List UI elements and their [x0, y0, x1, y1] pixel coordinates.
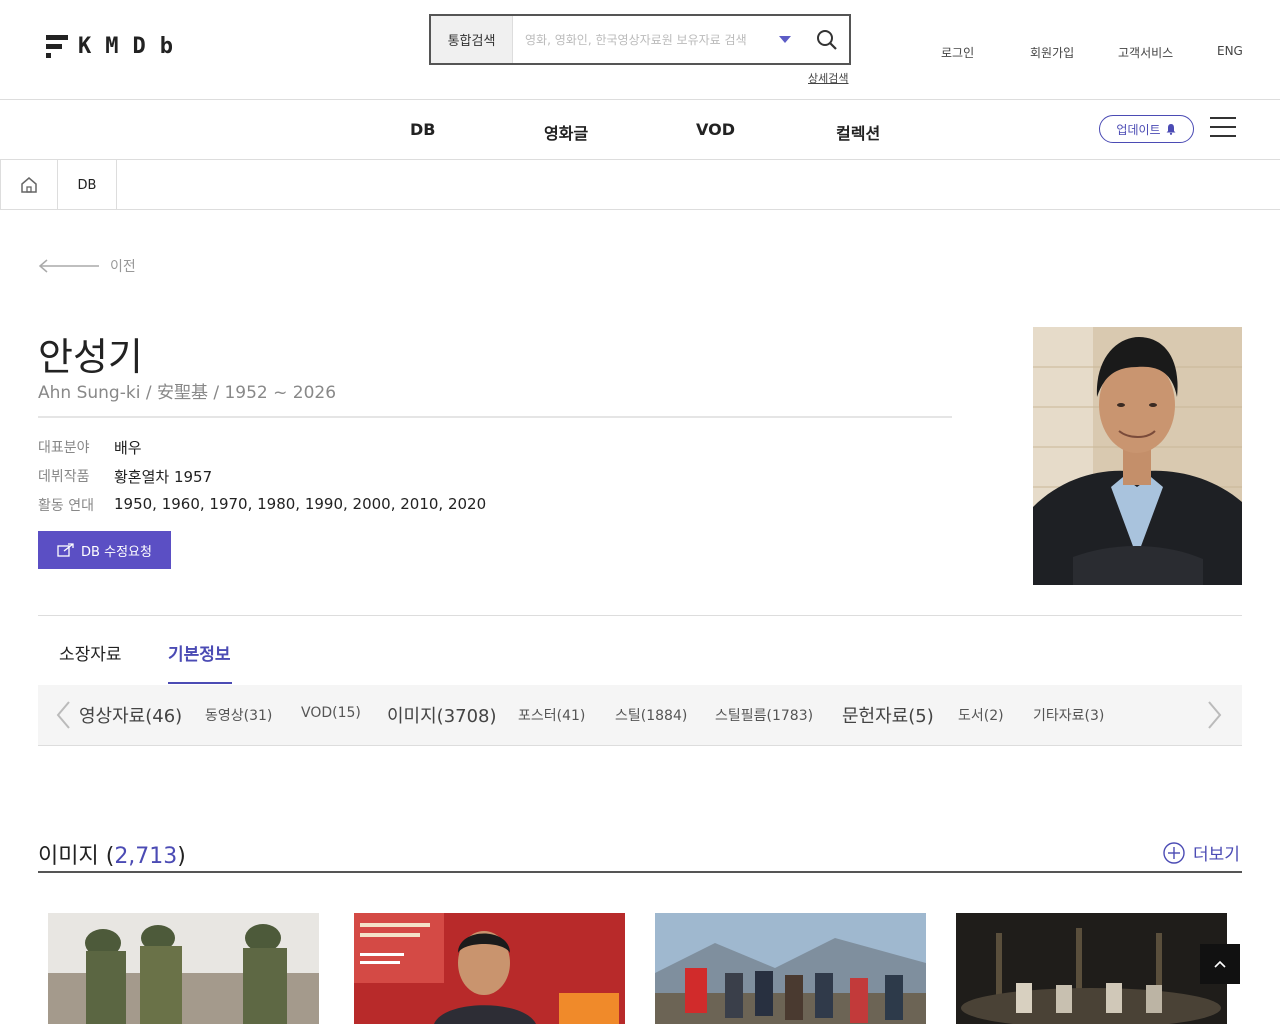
back-label: 이전 — [110, 259, 136, 275]
sub-tab-still-film[interactable]: 스틸필름(1783) — [715, 705, 813, 725]
person-subtitle: Ahn Sung-ki / 安聖基 / 1952 ~ 2026 — [38, 383, 337, 403]
sub-tabs-bar: 영상자료(46) 동영상(31) VOD(15) 이미지(3708) 포스터(4… — [38, 685, 1242, 746]
search-button[interactable] — [805, 16, 849, 63]
sub-tab-video-materials[interactable]: 영상자료(46) — [79, 702, 182, 728]
info-value: 1950, 1960, 1970, 1980, 1990, 2000, 2010… — [114, 495, 487, 513]
db-edit-request-button[interactable]: DB 수정요청 — [38, 531, 171, 569]
home-icon — [21, 177, 37, 193]
image-thumbnail[interactable] — [956, 913, 1227, 1024]
person-name: 안성기 — [38, 335, 143, 379]
external-edit-icon — [57, 543, 74, 557]
image-section-title: 이미지 (2,713) — [38, 844, 186, 869]
tab-collection-materials[interactable]: 소장자료 — [59, 640, 122, 665]
info-label: 활동 연대 — [38, 498, 94, 514]
arrow-left-icon — [38, 259, 99, 273]
breadcrumb-item-db[interactable]: DB — [58, 160, 117, 210]
sub-tab-other[interactable]: 기타자료(3) — [1033, 705, 1104, 725]
nav-db[interactable]: DB — [410, 120, 435, 139]
tab-basic-info[interactable]: 기본정보 — [168, 640, 231, 665]
sub-tab-documents[interactable]: 문헌자료(5) — [842, 702, 934, 728]
chevron-up-icon — [1214, 960, 1226, 968]
info-value[interactable]: 황혼열차 1957 — [114, 466, 212, 487]
login-link[interactable]: 로그인 — [941, 44, 974, 61]
search-box: 통합검색 — [429, 14, 851, 65]
signup-link[interactable]: 회원가입 — [1030, 44, 1074, 61]
logo-text: KMDb — [78, 34, 187, 59]
chevron-right-icon[interactable] — [1204, 699, 1224, 731]
info-label: 데뷔작품 — [38, 469, 90, 485]
sub-tab-images[interactable]: 이미지(3708) — [387, 702, 497, 728]
bell-icon — [1166, 124, 1176, 135]
search-dropdown-icon[interactable] — [779, 36, 791, 43]
divider — [38, 416, 952, 418]
image-thumbnail[interactable] — [655, 913, 926, 1024]
info-row-debut: 데뷔작품 황혼열차 1957 — [38, 466, 212, 487]
advanced-search-link[interactable]: 상세검색 — [808, 70, 848, 86]
english-link[interactable]: ENG — [1217, 44, 1243, 58]
site-header: KMDb 통합검색 상세검색 로그인 회원가입 고객서비스 ENG — [0, 0, 1280, 100]
active-tab-indicator — [168, 682, 232, 684]
nav-film-writing[interactable]: 영화글 — [544, 120, 588, 144]
db-edit-request-label: DB 수정요청 — [81, 544, 152, 560]
plus-circle-icon — [1163, 841, 1185, 864]
sub-tab-books[interactable]: 도서(2) — [958, 705, 1004, 725]
image-count: 2,713 — [114, 844, 178, 869]
breadcrumb: DB — [0, 160, 1280, 210]
back-link[interactable]: 이전 — [38, 256, 136, 276]
search-type-select[interactable]: 통합검색 — [431, 16, 513, 63]
hamburger-menu-icon[interactable] — [1210, 117, 1236, 139]
sub-tab-videos[interactable]: 동영상(31) — [205, 705, 272, 725]
section-divider — [38, 871, 1242, 873]
chevron-left-icon[interactable] — [54, 699, 74, 731]
image-thumbnail[interactable] — [354, 913, 625, 1024]
image-thumbnail[interactable] — [48, 913, 319, 1024]
sub-tab-posters[interactable]: 포스터(41) — [518, 705, 585, 725]
update-button[interactable]: 업데이트 — [1099, 115, 1194, 143]
search-input[interactable] — [513, 16, 779, 63]
sub-tab-stills[interactable]: 스틸(1884) — [615, 705, 687, 725]
home-button[interactable] — [0, 160, 58, 210]
kmdb-logo[interactable]: KMDb — [46, 34, 187, 59]
logo-mark-icon — [46, 34, 68, 59]
more-label: 더보기 — [1193, 845, 1240, 865]
section-title-text: 이미지 — [38, 844, 99, 869]
customer-service-link[interactable]: 고객서비스 — [1118, 44, 1173, 61]
tabs-divider — [38, 615, 1242, 616]
main-nav: DB 영화글 VOD 컬렉션 — [0, 100, 1280, 160]
nav-collection[interactable]: 컬렉션 — [836, 120, 880, 144]
info-row-field: 대표분야 배우 — [38, 437, 142, 458]
info-row-decades: 활동 연대 1950, 1960, 1970, 1980, 1990, 2000… — [38, 495, 486, 515]
scroll-top-button[interactable] — [1200, 944, 1240, 984]
update-label: 업데이트 — [1116, 122, 1161, 137]
person-photo — [1033, 327, 1242, 585]
more-button[interactable]: 더보기 — [1163, 840, 1240, 865]
info-label: 대표분야 — [38, 440, 90, 456]
sub-tab-vod[interactable]: VOD(15) — [301, 705, 361, 721]
search-icon — [817, 29, 837, 50]
info-value: 배우 — [114, 439, 142, 457]
nav-vod[interactable]: VOD — [696, 120, 735, 139]
